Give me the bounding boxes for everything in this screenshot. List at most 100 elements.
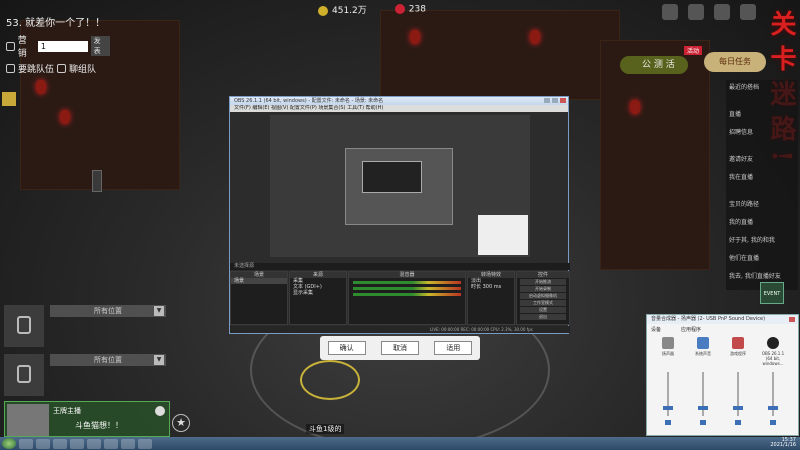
event-pill-button[interactable]: 公 测 活 xyxy=(620,56,688,74)
court-circle xyxy=(300,360,360,400)
event-banner: 活动 xyxy=(684,46,703,55)
volume-icon[interactable] xyxy=(700,420,706,425)
cancel-button[interactable]: 取消 xyxy=(380,341,419,355)
source-item[interactable]: 显示采集 xyxy=(290,290,346,296)
slider-thumb[interactable] xyxy=(733,406,743,410)
checkbox-icon[interactable] xyxy=(57,64,67,73)
slider-thumb[interactable] xyxy=(768,406,778,410)
duration-label: 时长 xyxy=(471,284,482,290)
mixer-app: 扬声器 xyxy=(653,337,683,366)
avatar xyxy=(7,404,49,436)
virtual-camera-button[interactable]: 启动虚拟摄像机 xyxy=(520,293,566,299)
quest-tag[interactable]: 发表 xyxy=(90,36,110,56)
system-sound-icon xyxy=(697,337,709,349)
task-item[interactable]: 招聘信息 xyxy=(729,127,795,136)
slider-thumb[interactable] xyxy=(663,406,673,410)
chevron-down-icon[interactable]: ▼ xyxy=(154,355,164,365)
taskbar-app-icon[interactable] xyxy=(19,438,33,449)
taskbar-app-icon[interactable] xyxy=(70,438,84,449)
mixer-app: 系统声音 xyxy=(688,337,718,366)
apply-button[interactable]: 适用 xyxy=(434,341,473,355)
player-card[interactable]: 王牌主播 斗鱼猫想！！ xyxy=(4,401,170,437)
checkbox-icon[interactable] xyxy=(6,64,15,73)
task-item[interactable]: 我去, 我们直播好友 xyxy=(729,271,795,280)
minimize-icon[interactable] xyxy=(544,98,550,103)
task-item[interactable]: 他们在直播 xyxy=(729,253,795,262)
scene-item[interactable]: 场景 xyxy=(231,278,287,284)
taskbar-app-icon[interactable] xyxy=(121,438,135,449)
shop-icon[interactable] xyxy=(688,4,704,20)
quest-tag: 聊组队 xyxy=(69,65,97,75)
audio-meter xyxy=(353,287,461,290)
game-icon xyxy=(732,337,744,349)
building-center xyxy=(380,10,620,100)
settings-button[interactable]: 设置 xyxy=(520,307,566,313)
taskbar-app-icon[interactable] xyxy=(104,438,118,449)
mixer-apps: 扬声器 系统声音 游戏程序 OBS 26.1.1 (64 bit, window… xyxy=(647,335,798,368)
task-item[interactable]: 我在直播 xyxy=(729,172,795,181)
volume-slider[interactable] xyxy=(653,372,683,425)
duration-input[interactable]: 300 ms xyxy=(483,284,502,290)
exit-button[interactable]: 退出 xyxy=(520,314,566,320)
settings-dialog-buttons: 确认 取消 适用 xyxy=(320,336,480,360)
taskbar-app-icon[interactable] xyxy=(87,438,101,449)
obs-titlebar[interactable]: OBS 26.1.1 (64 bit, windows) - 配置文件: 未命名… xyxy=(230,97,568,105)
slot-select[interactable]: 所有位置 ▼ xyxy=(50,354,166,366)
chevron-down-icon[interactable]: ▼ xyxy=(154,306,164,316)
checkbox-icon[interactable] xyxy=(6,41,15,51)
task-item[interactable]: 最近的搭档 xyxy=(729,82,795,91)
gear-icon[interactable] xyxy=(155,406,165,416)
volume-icon[interactable] xyxy=(665,420,671,425)
mixer-app-label: 系统声音 xyxy=(695,351,711,356)
character-icon[interactable] xyxy=(662,4,678,20)
volume-slider[interactable] xyxy=(688,372,718,425)
task-item[interactable]: 邀请好友 xyxy=(729,154,795,163)
scenes-dock: 场景 场景 xyxy=(230,271,288,325)
mixer-titlebar[interactable]: 音量合成器 - 扬声器 (2- USB PnP Sound Device) xyxy=(647,315,798,324)
start-streaming-button[interactable]: 开始推流 xyxy=(520,279,566,285)
quest-title: 53. 就差你一个了！！ xyxy=(6,18,106,29)
taskbar-app-icon[interactable] xyxy=(138,438,152,449)
taskbar-app-icon[interactable] xyxy=(36,438,50,449)
obs-menubar[interactable]: 文件(F) 编辑(E) 视图(V) 配置文件(P) 场景集合(S) 工具(T) … xyxy=(230,105,568,112)
quest-row: 营销 1 发表 xyxy=(6,33,110,59)
taskbar-app-icon[interactable] xyxy=(53,438,67,449)
player-name: 王牌主播 xyxy=(53,407,81,415)
mail-icon[interactable] xyxy=(714,4,730,20)
coin-amount: 451.2万 xyxy=(332,6,367,16)
gem-icon xyxy=(394,4,405,15)
quest-value-input[interactable]: 1 xyxy=(37,40,88,52)
start-button[interactable] xyxy=(2,438,16,449)
studio-mode-button[interactable]: 工作室模式 xyxy=(520,300,566,306)
system-clock[interactable]: 15:37 2021/1/16 xyxy=(770,438,796,448)
start-recording-button[interactable]: 开始录制 xyxy=(520,286,566,292)
locked-slot xyxy=(4,354,44,396)
chat-icon[interactable] xyxy=(2,92,16,106)
mixer-app: 游戏程序 xyxy=(723,337,753,366)
window-controls xyxy=(544,98,566,103)
slot-select[interactable]: 所有位置 ▼ xyxy=(50,305,166,317)
slider-thumb[interactable] xyxy=(698,406,708,410)
volume-icon[interactable] xyxy=(735,420,741,425)
obs-preview[interactable] xyxy=(270,115,530,257)
star-icon[interactable]: ★ xyxy=(172,414,190,432)
volume-slider[interactable] xyxy=(758,372,788,425)
windows-taskbar: 15:37 2021/1/16 xyxy=(0,437,800,450)
task-item[interactable]: 直播 xyxy=(729,109,795,118)
settings-icon[interactable] xyxy=(740,4,756,20)
daily-task-button[interactable]: 每日任务 xyxy=(704,52,766,72)
task-item[interactable]: 我的直播 xyxy=(729,217,795,226)
close-icon[interactable] xyxy=(789,317,795,322)
task-item[interactable]: 宝贝的路径 xyxy=(729,199,795,208)
volume-slider[interactable] xyxy=(723,372,753,425)
controls-dock: 控件 开始推流 开始录制 启动虚拟摄像机 工作室模式 设置 退出 xyxy=(516,271,570,325)
mixer-dock: 混音器 xyxy=(348,271,466,325)
close-icon[interactable] xyxy=(560,98,566,103)
volume-icon[interactable] xyxy=(770,420,776,425)
maximize-icon[interactable] xyxy=(552,98,558,103)
event-button[interactable]: EVENT xyxy=(760,282,784,304)
obs-icon xyxy=(767,337,779,349)
locked-slot xyxy=(4,305,44,347)
confirm-button[interactable]: 确认 xyxy=(327,341,366,355)
task-item[interactable]: 好于其, 我的和我 xyxy=(729,235,795,244)
